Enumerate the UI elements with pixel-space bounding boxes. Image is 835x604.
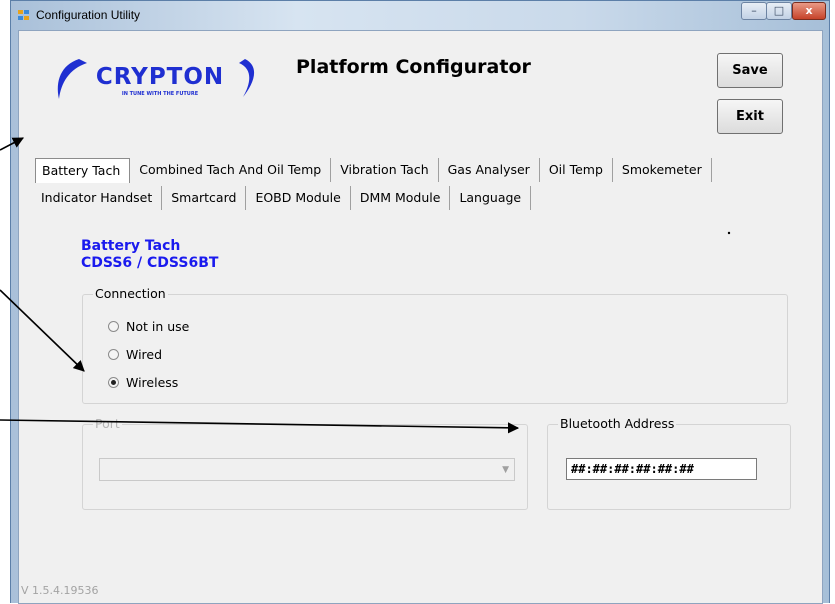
version-label: V 1.5.4.19536 <box>21 584 99 597</box>
save-button[interactable]: Save <box>717 53 783 88</box>
maximize-button[interactable]: □ <box>766 2 792 20</box>
tab-dmm-module[interactable]: DMM Module <box>351 186 451 210</box>
tab-eobd-module[interactable]: EOBD Module <box>246 186 351 210</box>
crypton-logo: CRYPTON IN TUNE WITH THE FUTURE <box>57 59 255 99</box>
exit-button[interactable]: Exit <box>717 99 783 134</box>
connection-group: Connection Not in use Wired Wireless <box>82 286 788 404</box>
radio-wired[interactable]: Wired <box>108 347 162 362</box>
radio-not-in-use[interactable]: Not in use <box>108 319 189 334</box>
connection-legend: Connection <box>93 286 168 301</box>
radio-circle-selected[interactable] <box>108 377 119 388</box>
bluetooth-legend: Bluetooth Address <box>558 416 677 431</box>
main-panel: CRYPTON IN TUNE WITH THE FUTURE Platform… <box>18 30 823 604</box>
radio-label: Not in use <box>126 319 190 334</box>
minimize-button[interactable]: – <box>741 2 767 20</box>
page-title: Platform Configurator <box>296 56 531 78</box>
tab-language[interactable]: Language <box>450 186 532 210</box>
radio-circle[interactable] <box>108 321 119 332</box>
radio-label: Wireless <box>126 375 179 390</box>
section-title: Battery Tach <box>81 238 181 254</box>
radio-wireless[interactable]: Wireless <box>108 375 178 390</box>
radio-label: Wired <box>126 347 163 362</box>
radio-circle[interactable] <box>108 349 119 360</box>
tab-indicator-handset[interactable]: Indicator Handset <box>35 186 163 210</box>
bluetooth-address-input[interactable]: ##:##:##:##:##:## <box>566 458 757 480</box>
tab-gas-analyser[interactable]: Gas Analyser <box>439 158 540 182</box>
tab-row-2: Indicator Handset Smartcard EOBD Module … <box>35 186 532 210</box>
close-button[interactable]: x <box>792 2 826 20</box>
tab-battery-tach[interactable]: Battery Tach <box>35 158 131 183</box>
tab-combined-tach-oil-temp[interactable]: Combined Tach And Oil Temp <box>130 158 332 182</box>
logo-left-swoosh <box>57 59 87 99</box>
tab-row-1: Battery Tach Combined Tach And Oil Temp … <box>35 158 712 183</box>
section-subtitle: CDSS6 / CDSS6BT <box>81 255 219 271</box>
tab-vibration-tach[interactable]: Vibration Tach <box>331 158 439 182</box>
title-bar[interactable]: Configuration Utility – □ x <box>11 1 829 29</box>
tab-oil-temp[interactable]: Oil Temp <box>540 158 613 182</box>
window-title: Configuration Utility <box>36 8 141 22</box>
dropdown-arrow-icon: ▼ <box>502 465 509 475</box>
port-select[interactable]: ▼ <box>99 458 515 481</box>
tab-smartcard[interactable]: Smartcard <box>162 186 247 210</box>
logo-right-swoosh <box>239 59 255 97</box>
port-legend: Port <box>93 416 122 431</box>
app-window: Configuration Utility – □ x CRYPTON IN T… <box>10 0 830 604</box>
bluetooth-group: Bluetooth Address ##:##:##:##:##:## <box>547 416 791 510</box>
app-icon <box>18 10 30 21</box>
port-group: Port ▼ <box>82 416 528 510</box>
tab-smokemeter[interactable]: Smokemeter <box>613 158 712 182</box>
logo-brand-text: CRYPTON <box>96 64 224 90</box>
logo-tagline: IN TUNE WITH THE FUTURE <box>122 91 199 97</box>
